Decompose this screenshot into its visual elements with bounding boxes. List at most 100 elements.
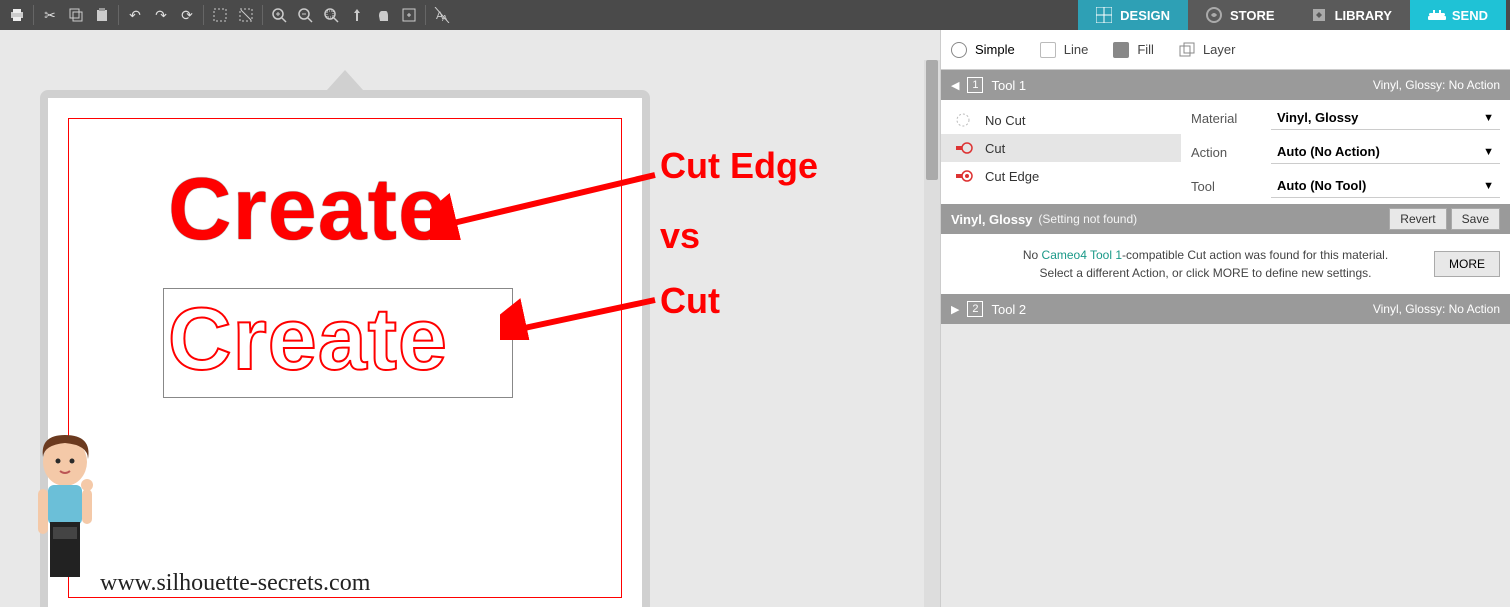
tab-design[interactable]: DESIGN	[1078, 0, 1188, 30]
action-label: Action	[1191, 145, 1261, 160]
cut-mode-icon	[955, 140, 975, 156]
material-value: Vinyl, Glossy	[1277, 110, 1358, 125]
pan-icon[interactable]	[370, 2, 396, 28]
expand-right-icon: ▶	[951, 303, 959, 316]
redo-icon[interactable]: ↷	[148, 2, 174, 28]
tool2-header[interactable]: ▶ 2 Tool 2 Vinyl, Glossy: No Action	[941, 294, 1510, 324]
subtab-simple-label: Simple	[975, 42, 1015, 57]
fill-subtab-icon	[1113, 42, 1129, 58]
setting-name: Vinyl, Glossy	[951, 212, 1032, 227]
tab-design-label: DESIGN	[1120, 8, 1170, 23]
cutedge-icon	[955, 168, 975, 184]
mode-cutedge[interactable]: Cut Edge	[941, 162, 1181, 190]
info-line2: Select a different Action, or click MORE…	[961, 264, 1450, 282]
tool2-number: 2	[967, 301, 983, 317]
tool-dropdown[interactable]: Auto (No Tool) ▼	[1271, 174, 1500, 198]
annotation-arrow-2	[500, 290, 660, 340]
tab-library[interactable]: LIBRARY	[1293, 0, 1410, 30]
annotation-arrow-1	[430, 160, 660, 240]
caret-icon: ▼	[1483, 112, 1494, 124]
copy-icon[interactable]	[63, 2, 89, 28]
subtab-fill[interactable]: Fill	[1113, 42, 1154, 58]
deselect-icon[interactable]	[233, 2, 259, 28]
setting-sub: (Setting not found)	[1038, 212, 1385, 226]
caret-icon: ▼	[1483, 180, 1494, 192]
zoom-in-icon[interactable]	[266, 2, 292, 28]
subtab-fill-label: Fill	[1137, 42, 1154, 57]
material-dropdown[interactable]: Vinyl, Glossy ▼	[1271, 106, 1500, 130]
tool-label: Tool	[1191, 179, 1261, 194]
annotation-cut: Cut	[660, 280, 720, 322]
tab-library-label: LIBRARY	[1335, 8, 1392, 23]
tab-send-label: SEND	[1452, 8, 1488, 23]
watermark-text: www.silhouette-secrets.com	[100, 570, 370, 597]
subtab-line-label: Line	[1064, 42, 1089, 57]
collapse-left-icon: ◀	[951, 79, 959, 92]
zoom-out-icon[interactable]	[292, 2, 318, 28]
material-label: Material	[1191, 111, 1261, 126]
tool2-name: Tool 2	[991, 302, 1372, 317]
design-text-cut[interactable]: Create	[168, 288, 448, 390]
tab-store-label: STORE	[1230, 8, 1275, 23]
tab-send[interactable]: SEND	[1410, 0, 1506, 30]
mat-feed-arrow-icon	[327, 70, 363, 90]
mode-cut[interactable]: Cut	[941, 134, 1181, 162]
canvas-scrollbar[interactable]	[924, 60, 940, 607]
library-icon	[1311, 7, 1327, 23]
send-icon	[1428, 7, 1444, 23]
tool1-number: 1	[967, 77, 983, 93]
grid-icon	[1096, 7, 1112, 23]
design-text-cutedge[interactable]: Create	[168, 158, 448, 260]
annotation-vs: vs	[660, 215, 700, 257]
send-panel: Simple Line Fill Layer ◀ 1 Tool 1 Vinyl,…	[940, 30, 1510, 607]
action-value: Auto (No Action)	[1277, 144, 1380, 159]
refresh-icon[interactable]: ⟳	[174, 2, 200, 28]
cut-settings: Material Vinyl, Glossy ▼ Action Auto (No …	[1181, 106, 1510, 198]
subtab-layer[interactable]: Layer	[1179, 42, 1236, 58]
store-icon	[1206, 7, 1222, 23]
mode-cut-label: Cut	[985, 141, 1005, 156]
avatar-illustration	[20, 427, 110, 607]
canvas-area: Create Create Cut Edge vs Cut	[0, 30, 940, 607]
tool1-header[interactable]: ◀ 1 Tool 1 Vinyl, Glossy: No Action	[941, 70, 1510, 100]
revert-button[interactable]: Revert	[1389, 208, 1446, 230]
print-icon[interactable]	[4, 2, 30, 28]
more-button[interactable]: MORE	[1434, 251, 1500, 277]
info-message: No Cameo4 Tool 1-compatible Cut action w…	[941, 234, 1510, 294]
tool-value: Auto (No Tool)	[1277, 178, 1366, 193]
text-style-icon[interactable]: AА	[429, 2, 455, 28]
nocut-icon	[955, 112, 975, 128]
annotation-cutedge: Cut Edge	[660, 145, 818, 187]
mode-nocut-label: No Cut	[985, 113, 1025, 128]
save-button[interactable]: Save	[1451, 208, 1500, 230]
info-line1: No Cameo4 Tool 1-compatible Cut action w…	[961, 246, 1450, 264]
fit-icon[interactable]	[396, 2, 422, 28]
tool2-status: Vinyl, Glossy: No Action	[1373, 302, 1500, 316]
cut-icon[interactable]: ✂	[37, 2, 63, 28]
info-link[interactable]: Cameo4 Tool 1	[1042, 248, 1123, 262]
zoom-selection-icon[interactable]	[318, 2, 344, 28]
mode-cutedge-label: Cut Edge	[985, 169, 1039, 184]
tab-store[interactable]: STORE	[1188, 0, 1293, 30]
info-post: -compatible Cut action was found for thi…	[1122, 248, 1388, 262]
tool1-body: No Cut Cut Cut Edge Material Vinyl, Glos…	[941, 100, 1510, 204]
subtab-simple[interactable]: Simple	[951, 42, 1015, 58]
cut-modes-list: No Cut Cut Cut Edge	[941, 106, 1181, 198]
info-pre: No	[1023, 248, 1042, 262]
caret-icon: ▼	[1483, 146, 1494, 158]
nav-tabs: DESIGN STORE LIBRARY SEND	[1078, 0, 1506, 30]
tool1-name: Tool 1	[991, 78, 1372, 93]
select-all-icon[interactable]	[207, 2, 233, 28]
setting-status-bar: Vinyl, Glossy (Setting not found) Revert…	[941, 204, 1510, 234]
subtab-line[interactable]: Line	[1040, 42, 1089, 58]
zoom-drag-icon[interactable]	[344, 2, 370, 28]
circle-icon	[951, 42, 967, 58]
send-subtabs: Simple Line Fill Layer	[941, 30, 1510, 70]
undo-icon[interactable]: ↶	[122, 2, 148, 28]
subtab-layer-label: Layer	[1203, 42, 1236, 57]
paste-icon[interactable]	[89, 2, 115, 28]
mode-nocut[interactable]: No Cut	[941, 106, 1181, 134]
layer-subtab-icon	[1179, 42, 1195, 58]
action-dropdown[interactable]: Auto (No Action) ▼	[1271, 140, 1500, 164]
main-toolbar: ✂ ↶ ↷ ⟳ AА DESIGN STORE LIBRARY SEND	[0, 0, 1510, 30]
